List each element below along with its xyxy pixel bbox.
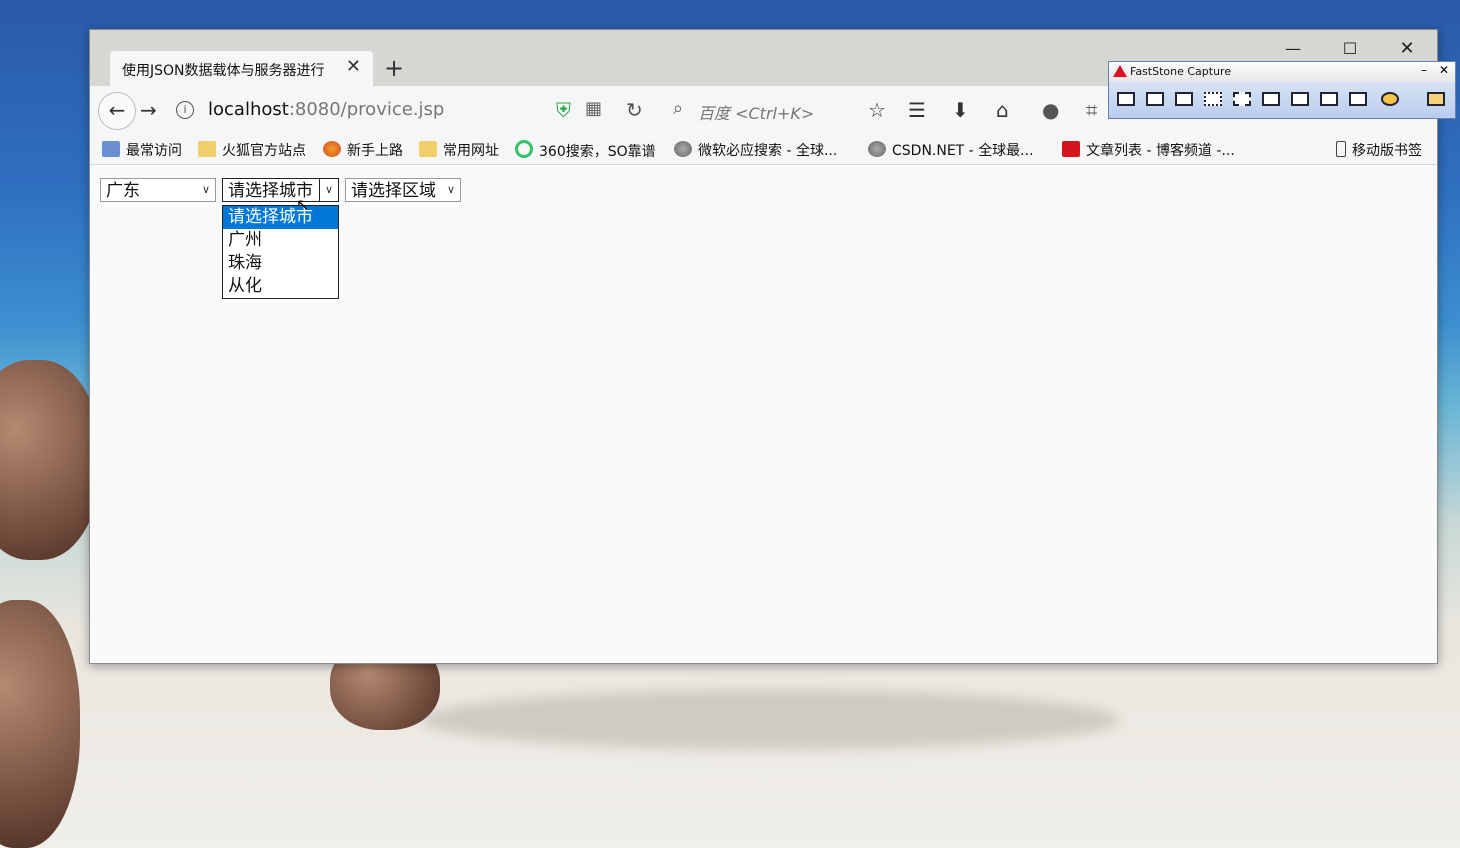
chat-icon[interactable]: ● — [1042, 98, 1059, 122]
city-select[interactable]: 请选择城市 ∨ — [222, 178, 339, 202]
star-icon[interactable]: ☆ — [868, 98, 886, 122]
search-icon: ⌕ — [673, 98, 684, 119]
city-option[interactable]: 广州 — [223, 229, 338, 252]
chevron-down-icon: ∨ — [319, 179, 338, 201]
chevron-down-icon: ∨ — [201, 183, 211, 196]
bookmark-mobile[interactable]: 移动版书签 — [1336, 140, 1422, 160]
city-option[interactable]: 从化 — [223, 275, 338, 298]
faststone-logo-icon — [1113, 65, 1127, 77]
reading-list-icon[interactable]: ☰ — [908, 98, 926, 122]
bookmark-most-visited[interactable]: 最常访问 — [102, 140, 182, 160]
area-value: 请选择区域 — [351, 181, 436, 201]
info-icon[interactable]: i — [176, 101, 194, 119]
faststone-title: FastStone Capture — [1130, 65, 1232, 78]
globe-icon — [674, 141, 692, 157]
bookmark-article-list[interactable]: 文章列表 - 博客频道 -... — [1062, 140, 1235, 160]
bookmark-common-sites[interactable]: 常用网址 — [419, 140, 499, 160]
faststone-tools — [1109, 82, 1455, 118]
phone-icon — [1336, 141, 1346, 157]
output-palette-icon[interactable] — [1381, 92, 1399, 106]
home-icon[interactable]: ⌂ — [996, 98, 1009, 122]
url-rest: :8080/provice.jsp — [288, 99, 445, 120]
area-select[interactable]: 请选择区域 ∨ — [345, 178, 461, 202]
capture-fullscreen-icon[interactable] — [1262, 92, 1280, 106]
capture-window-icon[interactable] — [1146, 92, 1164, 106]
bookmark-bing[interactable]: 微软必应搜索 - 全球... — [674, 140, 837, 160]
faststone-title-bar: FastStone Capture – ✕ — [1109, 62, 1455, 82]
address-bar[interactable]: localhost:8080/provice.jsp — [208, 99, 444, 120]
browser-window: 使用JSON数据载体与服务器进行 ✕ + — ☐ ✕ ← → i localho… — [89, 29, 1438, 664]
bookmarks-bar: 最常访问 火狐官方站点 新手上路 常用网址 360搜索，SO靠谱 微软必应搜索 … — [90, 134, 1437, 165]
tab-close-icon[interactable]: ✕ — [346, 58, 361, 76]
province-value: 广东 — [106, 181, 140, 201]
faststone-capture-toolbar: FastStone Capture – ✕ — [1108, 61, 1456, 119]
bookmark-firefox-sites[interactable]: 火狐官方站点 — [198, 140, 306, 160]
firefox-icon — [323, 141, 341, 157]
capture-fixed-region-icon[interactable] — [1320, 92, 1338, 106]
shield-icon[interactable]: ⛨ — [556, 98, 571, 122]
tab-title: 使用JSON数据载体与服务器进行 — [122, 63, 325, 79]
settings-icon[interactable] — [1427, 92, 1445, 106]
city-option[interactable]: 珠海 — [223, 252, 338, 275]
new-tab-button[interactable]: + — [384, 56, 404, 80]
city-dropdown-list: 请选择城市 广州 珠海 从化 — [222, 205, 339, 299]
mouse-cursor-icon: ↖ — [296, 195, 310, 214]
sand-shadow — [420, 690, 1120, 750]
bookmark-blue-icon — [102, 141, 120, 157]
capture-freehand-icon[interactable] — [1233, 92, 1251, 106]
city-option[interactable]: 请选择城市 — [223, 206, 338, 229]
capture-region-icon[interactable] — [1204, 92, 1222, 106]
desktop-rock-2 — [0, 600, 80, 848]
tab-active[interactable]: 使用JSON数据载体与服务器进行 ✕ — [110, 51, 373, 86]
window-close-button[interactable]: ✕ — [1387, 38, 1427, 60]
faststone-close-button[interactable]: ✕ — [1439, 63, 1449, 77]
crop-icon[interactable]: ⌗ — [1086, 98, 1097, 122]
bookmark-csdn[interactable]: CSDN.NET - 全球最... — [868, 140, 1034, 160]
url-host: localhost — [208, 99, 289, 120]
window-maximize-button[interactable]: ☐ — [1330, 38, 1370, 60]
chevron-down-icon: ∨ — [446, 183, 456, 196]
screen-recorder-icon[interactable] — [1349, 92, 1367, 106]
reload-icon[interactable]: ↻ — [626, 98, 643, 122]
download-icon[interactable]: ⬇ — [952, 98, 969, 122]
open-file-icon[interactable] — [1117, 92, 1135, 106]
globe-icon — [868, 141, 886, 157]
qr-icon[interactable]: ▦ — [585, 98, 602, 119]
csdn-icon — [1062, 141, 1080, 157]
capture-scrolling-icon[interactable] — [1291, 92, 1309, 106]
page-content: 广东 ∨ 请选择城市 ∨ 请选择区域 ∨ 请选择城市 广州 珠海 从化 ↖ — [90, 165, 1437, 662]
back-icon[interactable]: ← — [98, 92, 136, 130]
forward-icon[interactable]: → — [140, 98, 157, 122]
bookmark-getting-started[interactable]: 新手上路 — [323, 140, 403, 160]
province-select[interactable]: 广东 ∨ — [100, 178, 216, 202]
folder-icon — [198, 141, 216, 157]
capture-object-icon[interactable] — [1175, 92, 1193, 106]
search-input[interactable]: 百度 <Ctrl+K> — [698, 100, 814, 124]
window-minimize-button[interactable]: — — [1273, 38, 1313, 60]
360-icon — [515, 140, 533, 158]
faststone-minimize-button[interactable]: – — [1421, 63, 1427, 77]
bookmark-360-search[interactable]: 360搜索，SO靠谱 — [515, 140, 656, 161]
desktop-rock-1 — [0, 360, 100, 560]
folder-icon — [419, 141, 437, 157]
